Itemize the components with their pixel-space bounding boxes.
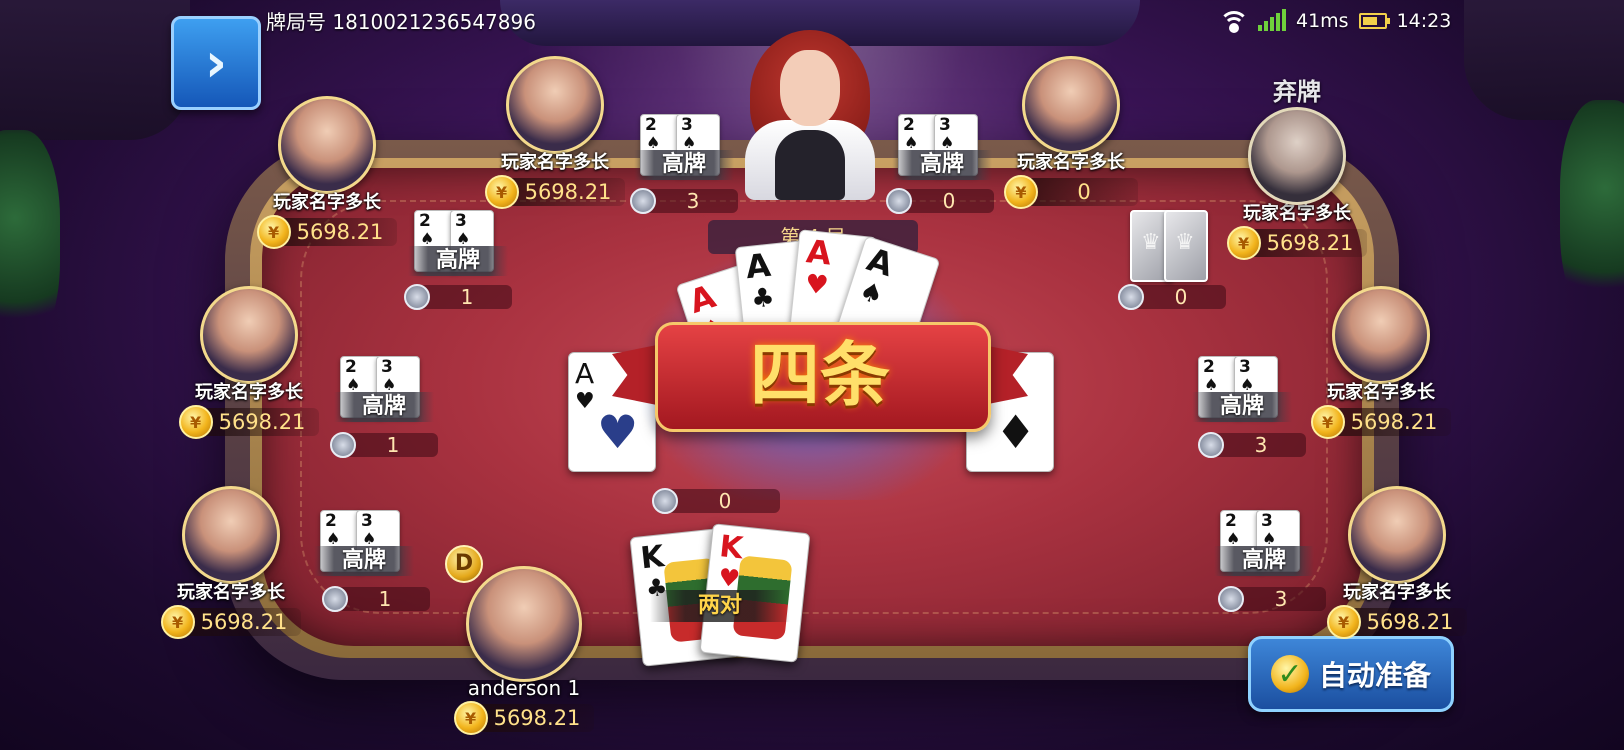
- coin-icon: ¥: [178, 405, 213, 439]
- avatar[interactable]: [1248, 107, 1346, 205]
- player-name: 玩家名字多长: [273, 192, 381, 213]
- chevron-right-icon: ›: [204, 31, 228, 94]
- chip-icon: [630, 188, 656, 214]
- player-name: 玩家名字多长: [501, 152, 609, 173]
- hand-rank-label: 高牌: [408, 246, 508, 276]
- avatar[interactable]: [1332, 286, 1430, 384]
- chip-icon: [322, 586, 348, 612]
- coin-icon: ¥: [256, 215, 291, 249]
- chip-icon: [1198, 432, 1224, 458]
- bar-left-decor: [0, 0, 190, 140]
- player-hand-3: 2 ♠ 3 ♠ 高牌: [408, 210, 508, 284]
- latency: 41ms: [1296, 10, 1349, 32]
- avatar[interactable]: [1022, 56, 1120, 154]
- battery-icon: [1358, 13, 1390, 29]
- chip-icon: [1118, 284, 1144, 310]
- player-seat-4[interactable]: 弃牌 玩家名字多长 ¥ 5698.21: [1222, 72, 1372, 260]
- avatar[interactable]: [182, 486, 280, 584]
- chip-icon: [404, 284, 430, 310]
- avatar[interactable]: [1348, 486, 1446, 584]
- player-seat-5[interactable]: 玩家名字多长 ¥ 5698.21: [174, 286, 324, 439]
- bet-6: 3: [1198, 432, 1306, 458]
- player-name: 玩家名字多长: [1343, 582, 1451, 603]
- player-hand-1: 2 ♠ 3 ♠ 高牌: [634, 114, 734, 188]
- player-hand-4-folded: [1130, 210, 1218, 284]
- avatar[interactable]: [466, 566, 582, 682]
- hand-rank-label: 高牌: [314, 546, 414, 576]
- avatar[interactable]: [506, 56, 604, 154]
- player-balance: 5698.21: [184, 608, 302, 636]
- player-seat-6[interactable]: 玩家名字多长 ¥ 5698.21: [1306, 286, 1456, 439]
- check-icon: ✓: [1270, 655, 1309, 693]
- player-balance: 5698.21: [1250, 229, 1368, 257]
- player-balance: 0: [1028, 178, 1138, 206]
- wifi-icon: [1219, 11, 1249, 33]
- player-hand-2: 2 ♠ 3 ♠ 高牌: [892, 114, 992, 188]
- coin-icon: ¥: [1226, 226, 1261, 260]
- coin-icon: ¥: [1004, 175, 1038, 209]
- hand-rank-label: 高牌: [334, 392, 434, 422]
- player-hand-7: 2 ♠ 3 ♠ 高牌: [314, 510, 414, 584]
- avatar[interactable]: [200, 286, 298, 384]
- player-seat-3[interactable]: 玩家名字多长 ¥ 5698.21: [252, 96, 402, 249]
- bet-4: 0: [1118, 284, 1226, 310]
- player-balance: 5698.21: [1334, 408, 1452, 436]
- player-name: 玩家名字多长: [1327, 382, 1435, 403]
- self-seat[interactable]: anderson 1 ¥ 5698.21: [444, 566, 604, 735]
- hand-rank-label: 高牌: [1214, 546, 1314, 576]
- bet-7: 1: [322, 586, 430, 612]
- coin-icon: ¥: [1326, 605, 1361, 639]
- room-id: 牌局号 1810021236547896: [266, 10, 536, 34]
- dealer-character: [735, 20, 885, 200]
- player-hand-6: 2 ♠ 3 ♠ 高牌: [1192, 356, 1292, 430]
- hand-rank-label: 高牌: [1192, 392, 1292, 422]
- player-name: 玩家名字多长: [177, 582, 285, 603]
- player-balance: 5698.21: [477, 704, 595, 732]
- bet-8: 3: [1218, 586, 1326, 612]
- player-name: 玩家名字多长: [195, 382, 303, 403]
- self-hand-label: 两对: [650, 590, 790, 622]
- player-hand-8: 2 ♠ 3 ♠ 高牌: [1214, 510, 1314, 584]
- back-button[interactable]: ›: [171, 16, 261, 110]
- player-seat-7[interactable]: 玩家名字多长 ¥ 5698.21: [156, 486, 306, 639]
- hand-rank-label: 高牌: [634, 150, 734, 180]
- coin-icon: ¥: [160, 605, 195, 639]
- player-seat-2[interactable]: 玩家名字多长 ¥ 0: [996, 56, 1146, 209]
- player-name: 玩家名字多长: [1017, 152, 1125, 173]
- player-seat-1[interactable]: 玩家名字多长 ¥ 5698.21: [480, 56, 630, 209]
- plant-left-decor: [0, 130, 60, 350]
- bet-3: 1: [404, 284, 512, 310]
- chip-icon: [886, 188, 912, 214]
- coin-icon: ¥: [1310, 405, 1345, 439]
- bet-2: 0: [886, 188, 994, 214]
- player-seat-8[interactable]: 玩家名字多长 ¥ 5698.21: [1322, 486, 1472, 639]
- coin-icon: ¥: [453, 701, 488, 735]
- hand-result-text: 四条: [750, 333, 890, 416]
- status-bar: 41ms 14:23: [1219, 8, 1452, 34]
- player-balance: 5698.21: [202, 408, 320, 436]
- chip-icon: [330, 432, 356, 458]
- fold-status: 弃牌: [1273, 78, 1321, 106]
- bet-5: 1: [330, 432, 438, 458]
- hand-rank-label: 高牌: [892, 150, 992, 180]
- player-balance: 5698.21: [1350, 608, 1468, 636]
- auto-ready-button[interactable]: ✓ 自动准备: [1248, 636, 1454, 712]
- clock: 14:23: [1396, 10, 1452, 32]
- avatar[interactable]: [278, 96, 376, 194]
- player-hand-5: 2 ♠ 3 ♠ 高牌: [334, 356, 434, 430]
- chip-icon: [652, 488, 678, 514]
- auto-ready-label: 自动准备: [1318, 659, 1431, 692]
- signal-icon: [1258, 9, 1286, 31]
- player-balance: 5698.21: [280, 218, 398, 246]
- bet-1: 3: [630, 188, 738, 214]
- chip-icon: [1218, 586, 1244, 612]
- player-name: anderson 1: [467, 676, 581, 700]
- coin-icon: ¥: [484, 175, 519, 209]
- card-back: [1164, 210, 1208, 282]
- plant-right-decor: [1560, 100, 1624, 320]
- center-bet: 0: [652, 488, 780, 514]
- player-balance: 5698.21: [508, 178, 626, 206]
